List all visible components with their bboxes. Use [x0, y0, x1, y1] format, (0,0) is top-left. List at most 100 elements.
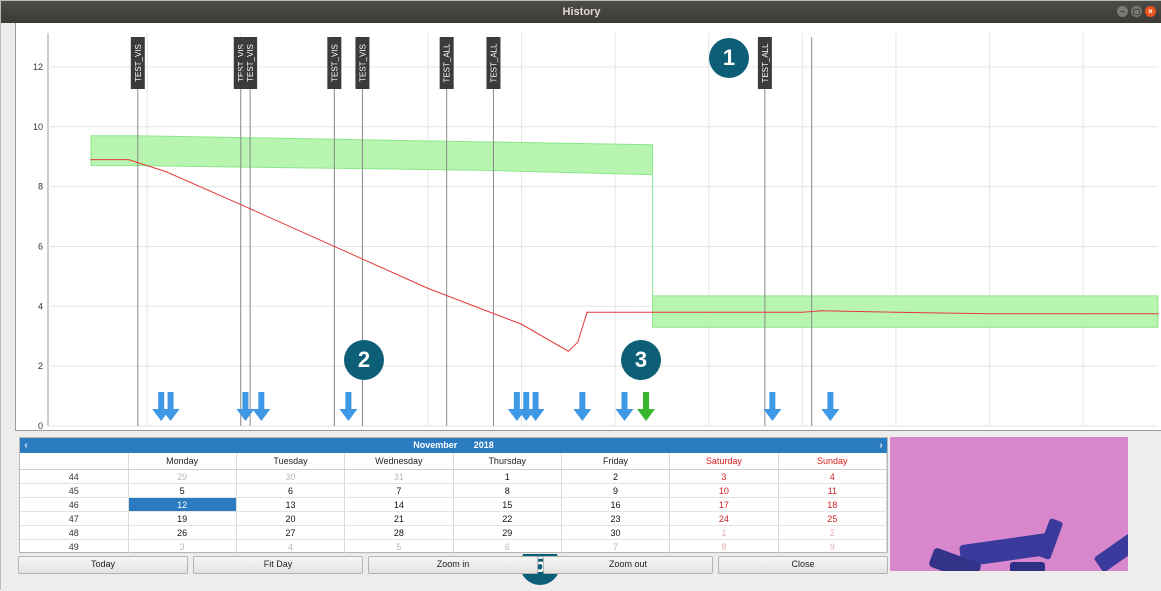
calendar-day[interactable]: 17	[669, 497, 779, 512]
calendar-body: 44 29 30 31 1 2 3 4 45 5 6 7 8 9 10 11 46 12 13 14 15 16 17 18 4…	[20, 469, 888, 554]
calendar-day[interactable]: 7	[561, 539, 671, 554]
calendar-week-row: 45 5 6 7 8 9 10 11	[20, 483, 888, 498]
blue-arrow-icon[interactable]	[573, 392, 592, 421]
calendar-month[interactable]: November	[413, 438, 457, 453]
weekday-header: Tuesday	[236, 453, 346, 470]
calendar-day[interactable]: 3	[128, 539, 237, 554]
series-point	[820, 310, 822, 312]
title-bar: History – ▢ ×	[1, 1, 1161, 23]
event-label: TEST_ALL	[761, 43, 770, 83]
calendar-day[interactable]: 16	[561, 497, 671, 512]
week-number: 45	[20, 483, 129, 498]
series-point	[427, 287, 429, 289]
series-point	[567, 350, 569, 352]
calendar-day[interactable]: 10	[669, 483, 779, 498]
maximize-icon[interactable]: ▢	[1131, 6, 1142, 17]
preview-objects	[929, 518, 1128, 571]
callout-3: 3	[621, 340, 661, 380]
zoom-out-button[interactable]: Zoom out	[543, 556, 713, 574]
weekday-header: Monday	[128, 453, 237, 470]
calendar-day[interactable]: 20	[236, 511, 346, 526]
tube-shape	[1094, 533, 1128, 571]
zoom-in-button[interactable]: Zoom in	[368, 556, 538, 574]
series-point	[165, 171, 167, 173]
calendar-day[interactable]: 19	[128, 511, 237, 526]
event-label: TEST_VIS	[246, 44, 255, 82]
calendar-day[interactable]: 11	[778, 483, 888, 498]
weekday-header: Thursday	[453, 453, 562, 470]
calendar-day[interactable]: 15	[453, 497, 562, 512]
weekday-header: Saturday	[669, 453, 779, 470]
green-arrow-icon[interactable]	[637, 392, 656, 421]
fit-day-button[interactable]: Fit Day	[193, 556, 363, 574]
calendar-day[interactable]: 29	[453, 525, 562, 540]
series-point	[988, 313, 991, 315]
calendar-day[interactable]: 25	[778, 511, 888, 526]
series-point	[586, 311, 588, 313]
blue-arrow-icon[interactable]	[821, 392, 840, 421]
calendar-day[interactable]: 26	[128, 525, 237, 540]
series-point	[577, 341, 579, 343]
calendar-day[interactable]: 1	[453, 469, 562, 484]
blue-arrow-icon[interactable]	[339, 392, 358, 421]
arrow-right-icon[interactable]: ›	[875, 438, 887, 453]
close-window-icon[interactable]: ×	[1145, 6, 1156, 17]
calendar-day[interactable]: 2	[561, 469, 671, 484]
blue-arrow-icon[interactable]	[615, 392, 634, 421]
calendar-day[interactable]: 4	[236, 539, 346, 554]
calendar-day[interactable]: 7	[344, 483, 454, 498]
week-number: 49	[20, 539, 129, 554]
calendar-day[interactable]: 14	[344, 497, 454, 512]
blue-arrow-icon[interactable]	[252, 392, 271, 421]
calendar-day[interactable]: 13	[236, 497, 346, 512]
calendar-day[interactable]: 22	[453, 511, 562, 526]
series-point	[240, 203, 242, 206]
calendar-day[interactable]: 9	[561, 483, 671, 498]
calendar-day[interactable]: 24	[669, 511, 779, 526]
close-button[interactable]: Close	[718, 556, 888, 574]
calendar-day[interactable]: 6	[453, 539, 562, 554]
y-tick-label: 8	[38, 182, 43, 192]
calendar-year[interactable]: 2018	[474, 440, 494, 450]
week-number: 44	[20, 469, 129, 484]
blue-arrow-icon[interactable]	[763, 392, 782, 421]
calendar-day[interactable]: 6	[236, 483, 346, 498]
history-chart-svg[interactable]: 02468101217:30:3017:30:4017:30:5017:31:0…	[16, 23, 1161, 430]
calendar-day[interactable]: 30	[561, 525, 671, 540]
calendar-day[interactable]: 12	[128, 497, 237, 512]
calendar-day[interactable]: 5	[128, 483, 237, 498]
history-chart[interactable]: 02468101217:30:3017:30:4017:30:5017:31:0…	[15, 23, 1161, 431]
series-point	[895, 311, 897, 313]
calendar-day[interactable]: 4	[778, 469, 888, 484]
calendar-day[interactable]: 29	[128, 469, 237, 484]
calendar-day[interactable]: 5	[344, 539, 454, 554]
calendar-day[interactable]: 23	[561, 511, 671, 526]
calendar-day[interactable]: 9	[778, 539, 888, 554]
arrow-left-icon[interactable]: ‹	[20, 438, 32, 453]
calendar-day[interactable]: 3	[669, 469, 779, 484]
calendar-widget[interactable]: ‹ November 2018 › Monday Tuesday Wednesd…	[19, 437, 888, 554]
blue-arrow-icon[interactable]	[236, 392, 255, 421]
calendar-day[interactable]: 27	[236, 525, 346, 540]
event-label: TEST_VIS	[330, 44, 339, 82]
minimize-icon[interactable]: –	[1117, 6, 1128, 17]
calendar-day[interactable]: 1	[669, 525, 779, 540]
y-tick-label: 0	[38, 421, 43, 430]
calendar-day[interactable]: 21	[344, 511, 454, 526]
y-tick-label: 12	[33, 62, 43, 72]
calendar-day[interactable]: 28	[344, 525, 454, 540]
callout-2: 2	[344, 340, 384, 380]
tolerance-band	[652, 295, 1159, 328]
callout-1: 1	[709, 38, 749, 78]
calendar-day[interactable]: 8	[453, 483, 562, 498]
event-label: TEST_VIS	[134, 44, 143, 82]
calendar-day[interactable]: 30	[236, 469, 346, 484]
tolerance-band	[90, 135, 654, 176]
y-tick-label: 2	[38, 361, 43, 371]
calendar-day[interactable]: 8	[669, 539, 779, 554]
today-button[interactable]: Today	[18, 556, 188, 574]
calendar-day[interactable]: 31	[344, 469, 454, 484]
calendar-day[interactable]: 18	[778, 497, 888, 512]
series-point	[333, 245, 335, 248]
calendar-day[interactable]: 2	[778, 525, 888, 540]
